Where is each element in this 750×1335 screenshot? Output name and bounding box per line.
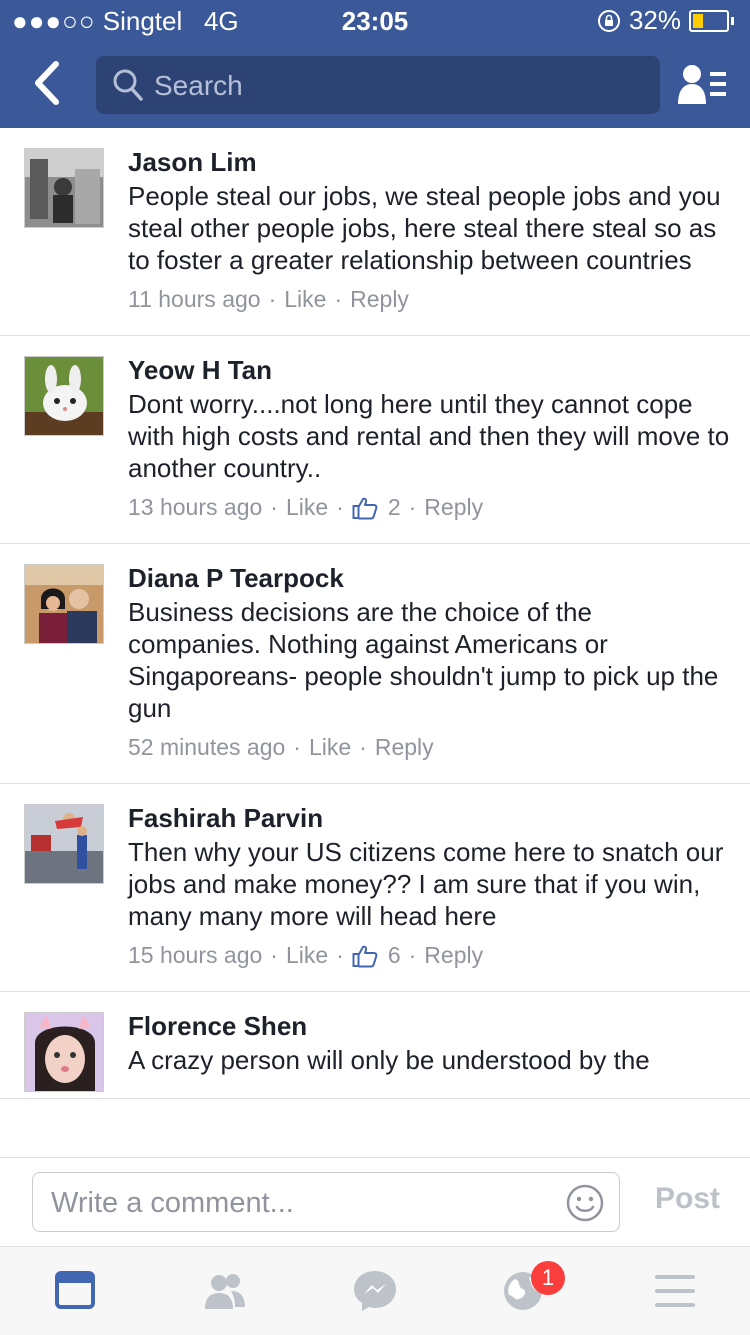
comment-author[interactable]: Yeow H Tan <box>128 356 730 384</box>
separator: · <box>408 494 417 520</box>
like-count[interactable]: 2 <box>352 494 401 521</box>
reply-link[interactable]: Reply <box>375 734 434 761</box>
separator: · <box>336 494 344 520</box>
comment-text: A crazy person will only be understood b… <box>128 1045 650 1075</box>
avatar[interactable] <box>24 564 104 644</box>
avatar-photo <box>25 149 103 227</box>
comment-meta: 13 hours ago · Like · 2 · Reply <box>128 494 730 521</box>
search-input[interactable] <box>152 64 636 108</box>
comments-list: Jason Lim People steal our jobs, we stea… <box>0 128 750 1156</box>
comment-item: Jason Lim People steal our jobs, we stea… <box>0 128 750 336</box>
avatar[interactable] <box>24 148 104 228</box>
comment-timestamp[interactable]: 52 minutes ago <box>128 734 285 761</box>
news-feed-icon <box>55 1271 95 1309</box>
comment-meta: 15 hours ago · Like · 6 · Reply <box>128 942 730 969</box>
friends-list-button[interactable] <box>676 62 728 106</box>
comment-text: People steal our jobs, we steal people j… <box>128 181 721 275</box>
separator: · <box>334 286 343 312</box>
comment-input-box[interactable] <box>32 1172 620 1232</box>
chevron-left-icon <box>35 61 59 105</box>
like-link[interactable]: Like <box>284 286 326 313</box>
battery-status: 32% <box>597 5 734 36</box>
battery-percent: 32% <box>628 5 681 35</box>
tab-more-menu[interactable] <box>645 1269 705 1313</box>
comment-text: Dont worry....not long here until they c… <box>128 389 730 483</box>
like-count-value: 2 <box>387 494 401 520</box>
like-count-value: 6 <box>387 942 401 968</box>
battery-nub <box>731 16 734 25</box>
friends-list-icon <box>678 65 726 104</box>
tab-news-feed[interactable] <box>45 1269 105 1313</box>
battery-icon <box>689 9 729 32</box>
avatar-photo <box>25 1013 103 1091</box>
rotation-lock-icon <box>597 9 620 32</box>
tab-friend-requests[interactable] <box>195 1269 255 1313</box>
reply-link[interactable]: Reply <box>350 286 409 313</box>
separator: · <box>293 734 301 760</box>
separator: · <box>270 942 278 968</box>
comment-input[interactable] <box>49 1181 553 1225</box>
like-link[interactable]: Like <box>286 494 328 521</box>
notification-badge: 1 <box>531 1261 565 1295</box>
comment-author[interactable]: Diana P Tearpock <box>128 564 730 592</box>
tab-messenger[interactable] <box>345 1269 405 1313</box>
avatar-photo <box>25 565 103 643</box>
post-button[interactable]: Post <box>655 1182 720 1216</box>
comment-author[interactable]: Jason Lim <box>128 148 730 176</box>
comment-meta: 11 hours ago · Like · Reply <box>128 286 730 313</box>
comment-timestamp[interactable]: 11 hours ago <box>128 286 261 313</box>
avatar[interactable] <box>24 356 104 436</box>
like-count[interactable]: 6 <box>352 942 401 969</box>
thumbs-up-icon <box>352 497 378 519</box>
back-button[interactable] <box>28 58 68 108</box>
avatar-photo <box>25 805 103 883</box>
comment-author[interactable]: Fashirah Parvin <box>128 804 730 832</box>
comment-meta: 52 minutes ago · Like · Reply <box>128 734 730 761</box>
bottom-tab-bar: 1 <box>0 1246 750 1335</box>
like-link[interactable]: Like <box>309 734 351 761</box>
separator: · <box>270 494 278 520</box>
top-header: ●●●○○ Singtel 4G 23:05 32% <box>0 0 750 128</box>
comment-composer: Post <box>0 1157 750 1246</box>
separator: · <box>336 942 344 968</box>
separator: · <box>359 734 367 760</box>
tab-notifications[interactable]: 1 <box>495 1261 565 1313</box>
hamburger-menu-icon <box>655 1275 695 1307</box>
avatar[interactable] <box>24 1012 104 1092</box>
comment-timestamp[interactable]: 13 hours ago <box>128 494 262 521</box>
messenger-icon <box>354 1271 396 1311</box>
comment-timestamp[interactable]: 15 hours ago <box>128 942 262 969</box>
emoji-icon[interactable] <box>565 1183 605 1223</box>
comment-author[interactable]: Florence Shen <box>128 1012 730 1040</box>
reply-link[interactable]: Reply <box>424 942 483 969</box>
search-bar[interactable] <box>96 56 660 114</box>
reply-link[interactable]: Reply <box>424 494 483 521</box>
comment-item: Florence Shen A crazy person will only b… <box>0 992 750 1099</box>
separator: · <box>408 942 417 968</box>
comment-text: Business decisions are the choice of the… <box>128 597 719 723</box>
battery-level <box>693 13 703 28</box>
separator: · <box>268 286 277 312</box>
comment-text: Then why your US citizens come here to s… <box>128 837 724 931</box>
comment-item: Fashirah Parvin Then why your US citizen… <box>0 784 750 992</box>
comment-item: Yeow H Tan Dont worry....not long here u… <box>0 336 750 544</box>
navigation-bar <box>0 40 750 128</box>
search-icon <box>113 69 143 101</box>
avatar[interactable] <box>24 804 104 884</box>
like-link[interactable]: Like <box>286 942 328 969</box>
thumbs-up-icon <box>352 945 378 967</box>
friends-icon <box>205 1274 245 1309</box>
avatar-photo <box>25 357 103 435</box>
comment-item: Diana P Tearpock Business decisions are … <box>0 544 750 784</box>
status-bar: ●●●○○ Singtel 4G 23:05 32% <box>0 0 750 40</box>
